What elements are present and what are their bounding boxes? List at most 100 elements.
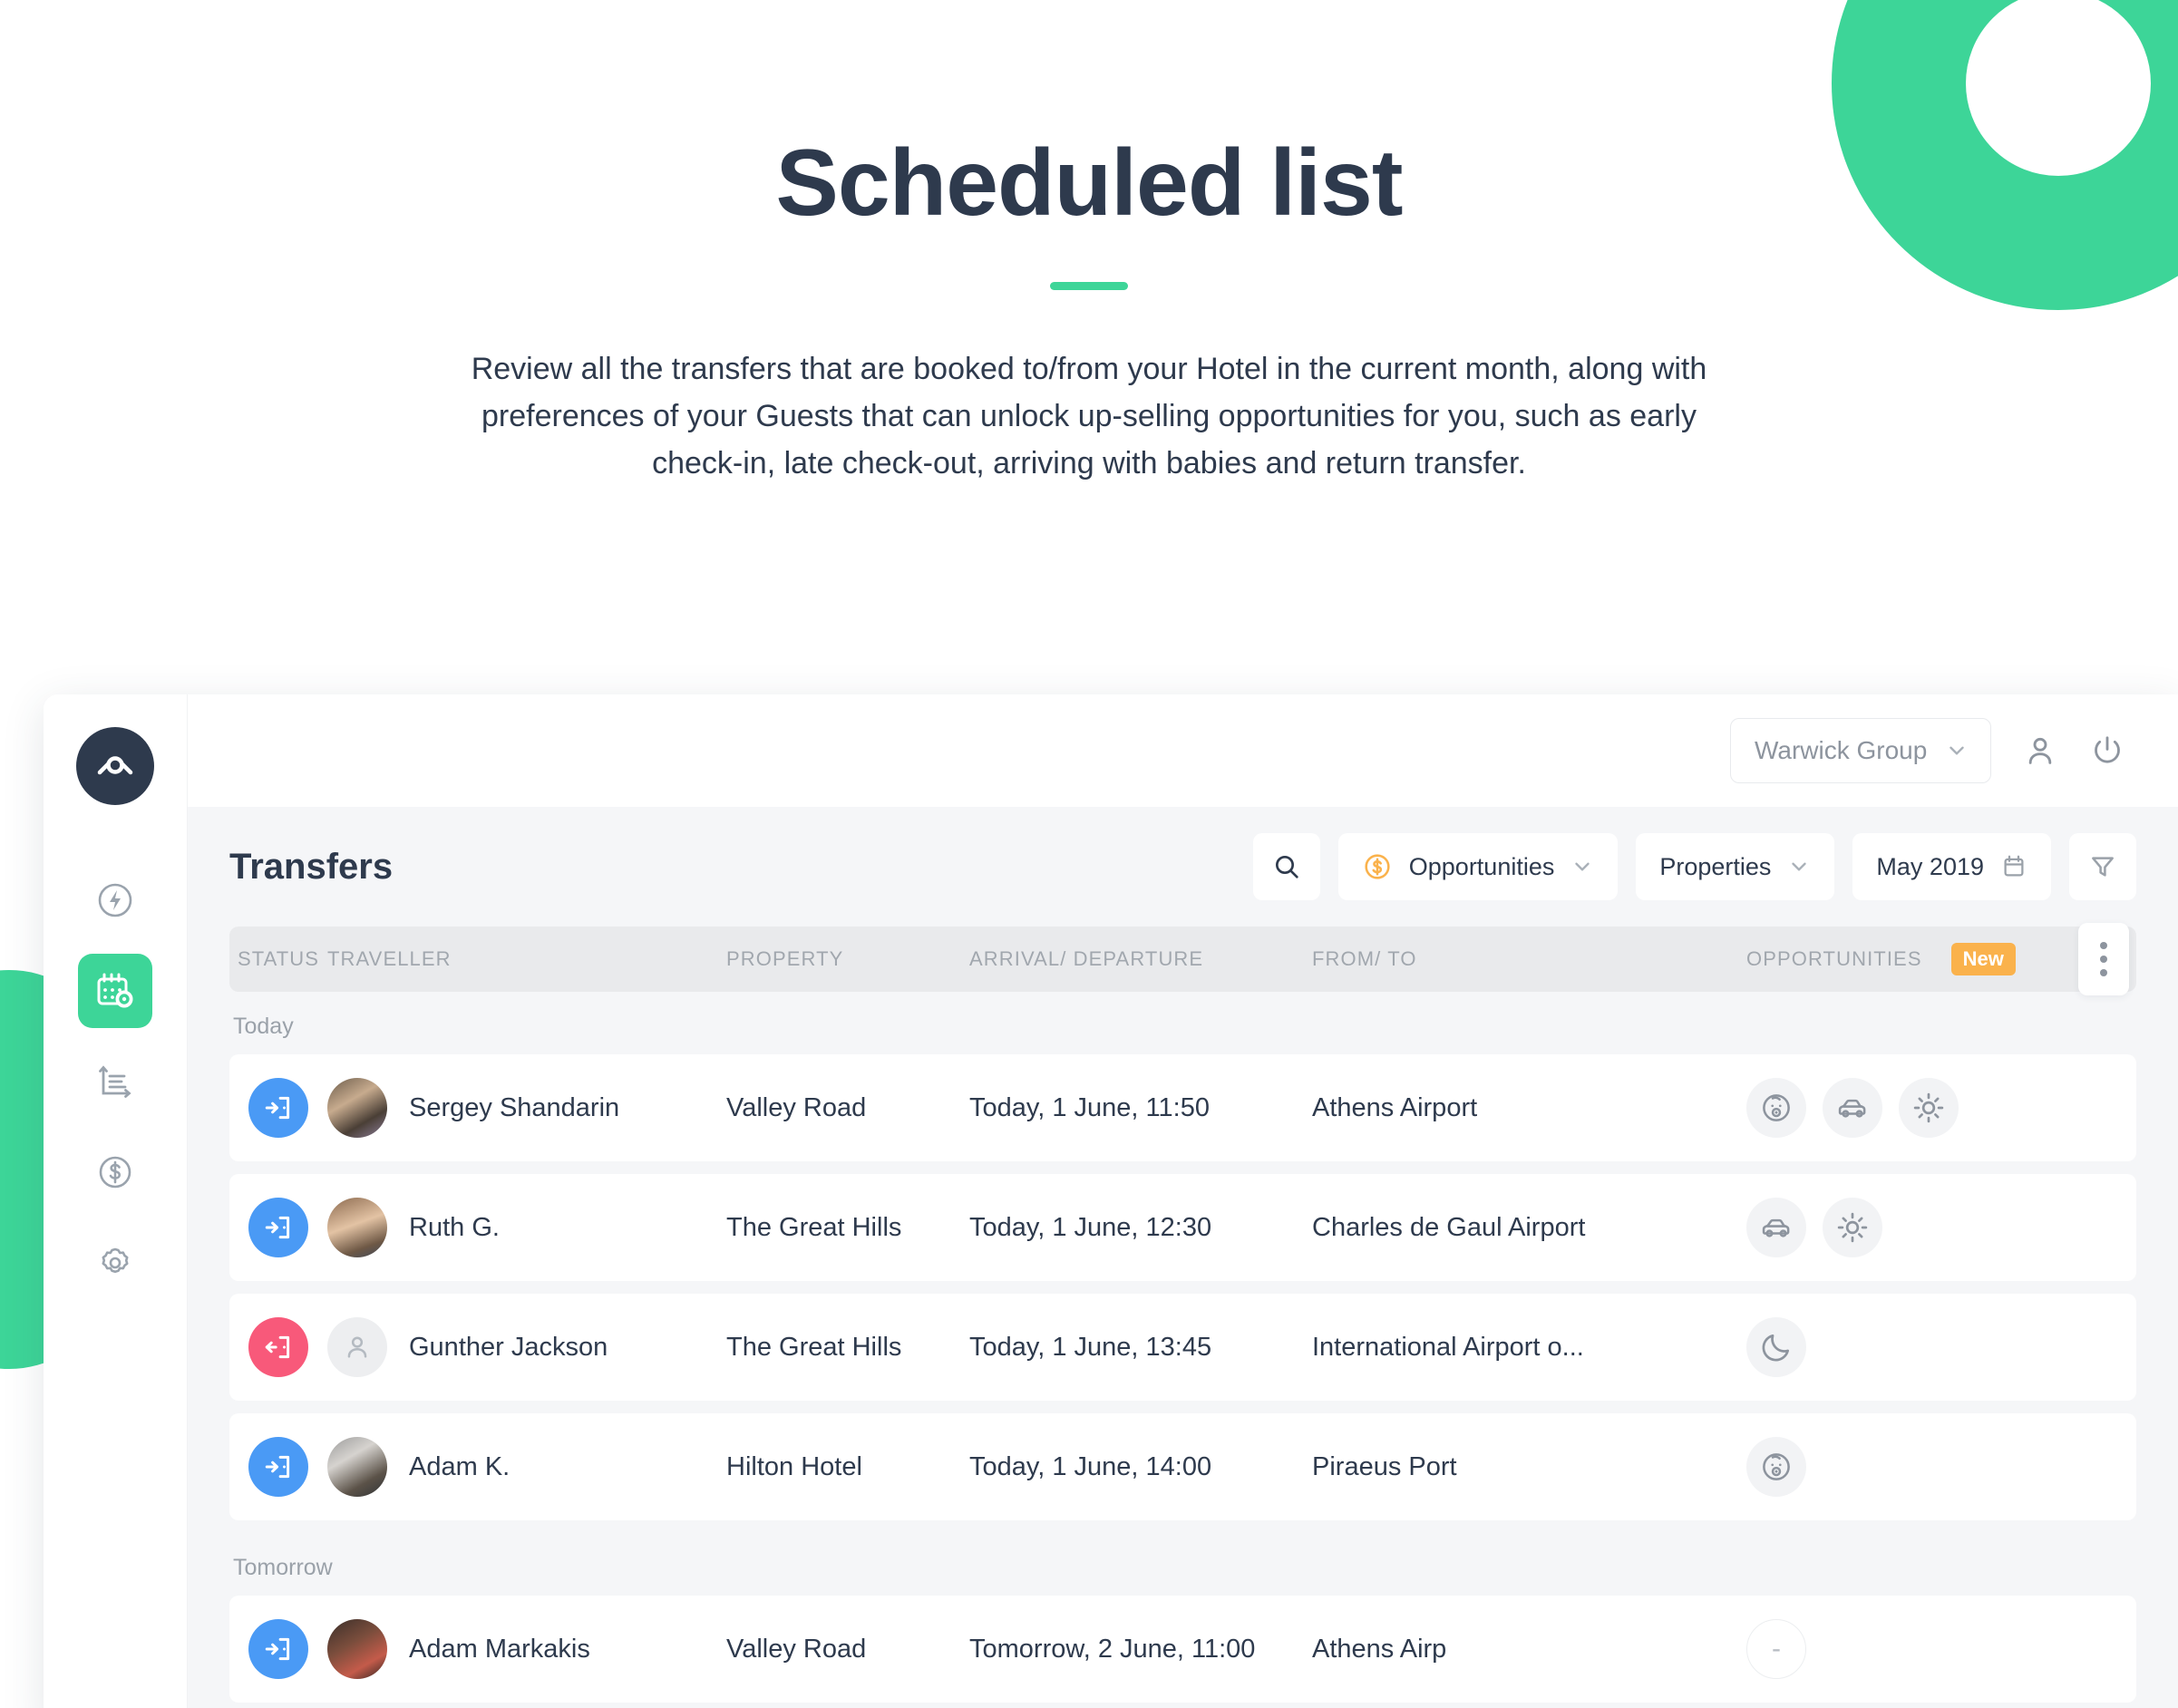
opportunities-filter[interactable]: Opportunities: [1337, 833, 1619, 900]
arrival-datetime: Tomorrow, 2 June, 11:00: [969, 1634, 1256, 1664]
traveller-name: Ruth G.: [409, 1212, 500, 1242]
gear-icon: [94, 1242, 136, 1284]
column-header-traveller: TRAVELLER: [327, 947, 452, 970]
search-button[interactable]: [1252, 833, 1320, 900]
column-header-fromto: FROM/ TO: [1312, 947, 1417, 970]
arrival-datetime: Today, 1 June, 12:30: [969, 1212, 1212, 1242]
app-logo[interactable]: [76, 727, 154, 805]
calendar-clock-icon: [93, 969, 137, 1013]
cell-opportunities: [1746, 1078, 2136, 1138]
kebab-menu-icon: [2100, 942, 2107, 976]
calendar-icon: [2000, 853, 2027, 880]
property-name: Valley Road: [726, 1092, 867, 1122]
table-row[interactable]: Ruth G. The Great Hills Today, 1 June, 12:…: [229, 1174, 2136, 1281]
cell-traveller: Ruth G.: [327, 1198, 726, 1257]
from-to-location: International Airport o...: [1312, 1332, 1584, 1362]
cell-property: Valley Road: [726, 1093, 969, 1123]
cell-arrival-departure: Tomorrow, 2 June, 11:00: [969, 1635, 1312, 1664]
power-icon: [2089, 733, 2125, 769]
analytics-chart-icon: [94, 1061, 136, 1102]
cell-opportunities: [1746, 1317, 2136, 1377]
new-badge: New: [1950, 943, 2016, 975]
cell-status: [229, 1317, 327, 1377]
property-name: Hilton Hotel: [726, 1451, 862, 1481]
cell-arrival-departure: Today, 1 June, 14:00: [969, 1452, 1312, 1482]
from-to-location: Charles de Gaul Airport: [1312, 1212, 1586, 1242]
traveller-name: Gunther Jackson: [409, 1332, 608, 1362]
column-header-opportunities: OPPORTUNITIES: [1746, 947, 1922, 970]
filter-funnel-icon: [2088, 852, 2117, 881]
cell-from-to: International Airport o...: [1312, 1333, 1746, 1363]
lightning-circle-icon: [94, 879, 136, 921]
sun-icon[interactable]: [1899, 1078, 1959, 1138]
sidebar-item-analytics[interactable]: [78, 1044, 152, 1119]
properties-filter[interactable]: Properties: [1636, 833, 1835, 900]
cell-from-to: Charles de Gaul Airport: [1312, 1213, 1746, 1243]
cell-property: Hilton Hotel: [726, 1452, 969, 1482]
sidebar: [44, 694, 187, 1708]
date-filter-label: May 2019: [1876, 852, 1984, 880]
from-to-location: Piraeus Port: [1312, 1451, 1457, 1481]
traveller-name: Adam Markakis: [409, 1634, 590, 1664]
sun-icon[interactable]: [1823, 1198, 1882, 1257]
page-root: Scheduled list Review all the transfers …: [0, 0, 2178, 1708]
traveller-name: Adam K.: [409, 1451, 510, 1481]
table-body: Today Sergey Shandarin Valley Road Today, 1…: [229, 992, 2136, 1703]
title-underline: [1050, 282, 1128, 291]
baby-icon[interactable]: [1746, 1078, 1806, 1138]
chevron-down-icon: [1787, 855, 1811, 878]
table-row[interactable]: Adam K. Hilton Hotel Today, 1 June, 14:00 P…: [229, 1413, 2136, 1520]
sidebar-item-scheduled[interactable]: [78, 954, 152, 1028]
arrival-status-icon: [248, 1437, 308, 1497]
table-header: STATUS TRAVELLER PROPERTY ARRIVAL/ DEPAR…: [229, 923, 2136, 995]
avatar: [327, 1317, 387, 1377]
column-header-property: PROPERTY: [726, 947, 844, 970]
group-selector-label: Warwick Group: [1755, 736, 1928, 764]
arrival-datetime: Today, 1 June, 14:00: [969, 1451, 1212, 1481]
logout-button[interactable]: [2089, 733, 2125, 769]
column-header-arrival: ARRIVAL/ DEPARTURE: [969, 947, 1204, 970]
arrival-status-icon: [248, 1198, 308, 1257]
app-window: Warwick Group Transfers Opportunities Pr…: [44, 694, 2178, 1708]
cell-status: [229, 1619, 327, 1679]
car-icon[interactable]: [1823, 1078, 1882, 1138]
traveller-name: Sergey Shandarin: [409, 1092, 620, 1122]
cell-status: [229, 1437, 327, 1497]
cell-arrival-departure: Today, 1 June, 12:30: [969, 1213, 1312, 1243]
sidebar-item-settings[interactable]: [78, 1226, 152, 1300]
cell-opportunities: [1746, 1437, 2136, 1497]
section-title: Transfers: [229, 846, 394, 887]
table-options-button[interactable]: [2078, 923, 2129, 995]
cell-status: [229, 1078, 327, 1138]
dollar-coin-icon: [1362, 851, 1393, 882]
row-group-label: Today: [233, 1014, 294, 1039]
sidebar-item-activity[interactable]: [78, 863, 152, 937]
chevron-down-icon: [1945, 739, 1969, 762]
table-row[interactable]: Gunther Jackson The Great Hills Today, 1 J…: [229, 1294, 2136, 1401]
cell-status: [229, 1198, 327, 1257]
hero-section: Scheduled list Review all the transfers …: [0, 0, 2178, 487]
property-name: The Great Hills: [726, 1332, 902, 1362]
properties-filter-label: Properties: [1659, 852, 1772, 880]
chevron-down-icon: [1570, 855, 1594, 878]
table-row[interactable]: Sergey Shandarin Valley Road Today, 1 June…: [229, 1054, 2136, 1161]
cell-from-to: Athens Airport: [1312, 1093, 1746, 1123]
table-row[interactable]: Adam Markakis Valley Road Tomorrow, 2 June…: [229, 1596, 2136, 1703]
account-button[interactable]: [2022, 733, 2058, 769]
filter-button[interactable]: [2069, 833, 2136, 900]
baby-icon[interactable]: [1746, 1437, 1806, 1497]
moon-icon[interactable]: [1746, 1317, 1806, 1377]
sidebar-item-revenue[interactable]: [78, 1135, 152, 1209]
arrival-datetime: Today, 1 June, 13:45: [969, 1332, 1212, 1362]
date-filter[interactable]: May 2019: [1852, 833, 2051, 900]
cell-traveller: Adam K.: [327, 1437, 726, 1497]
group-selector[interactable]: Warwick Group: [1730, 718, 1991, 783]
user-icon: [2022, 733, 2058, 769]
departure-status-icon: [248, 1317, 308, 1377]
cell-arrival-departure: Today, 1 June, 13:45: [969, 1333, 1312, 1363]
page-description: Review all the transfers that are booked…: [471, 352, 1707, 480]
avatar: [327, 1198, 387, 1257]
cell-property: Valley Road: [726, 1635, 969, 1664]
car-icon[interactable]: [1746, 1198, 1806, 1257]
avatar: [327, 1619, 387, 1679]
